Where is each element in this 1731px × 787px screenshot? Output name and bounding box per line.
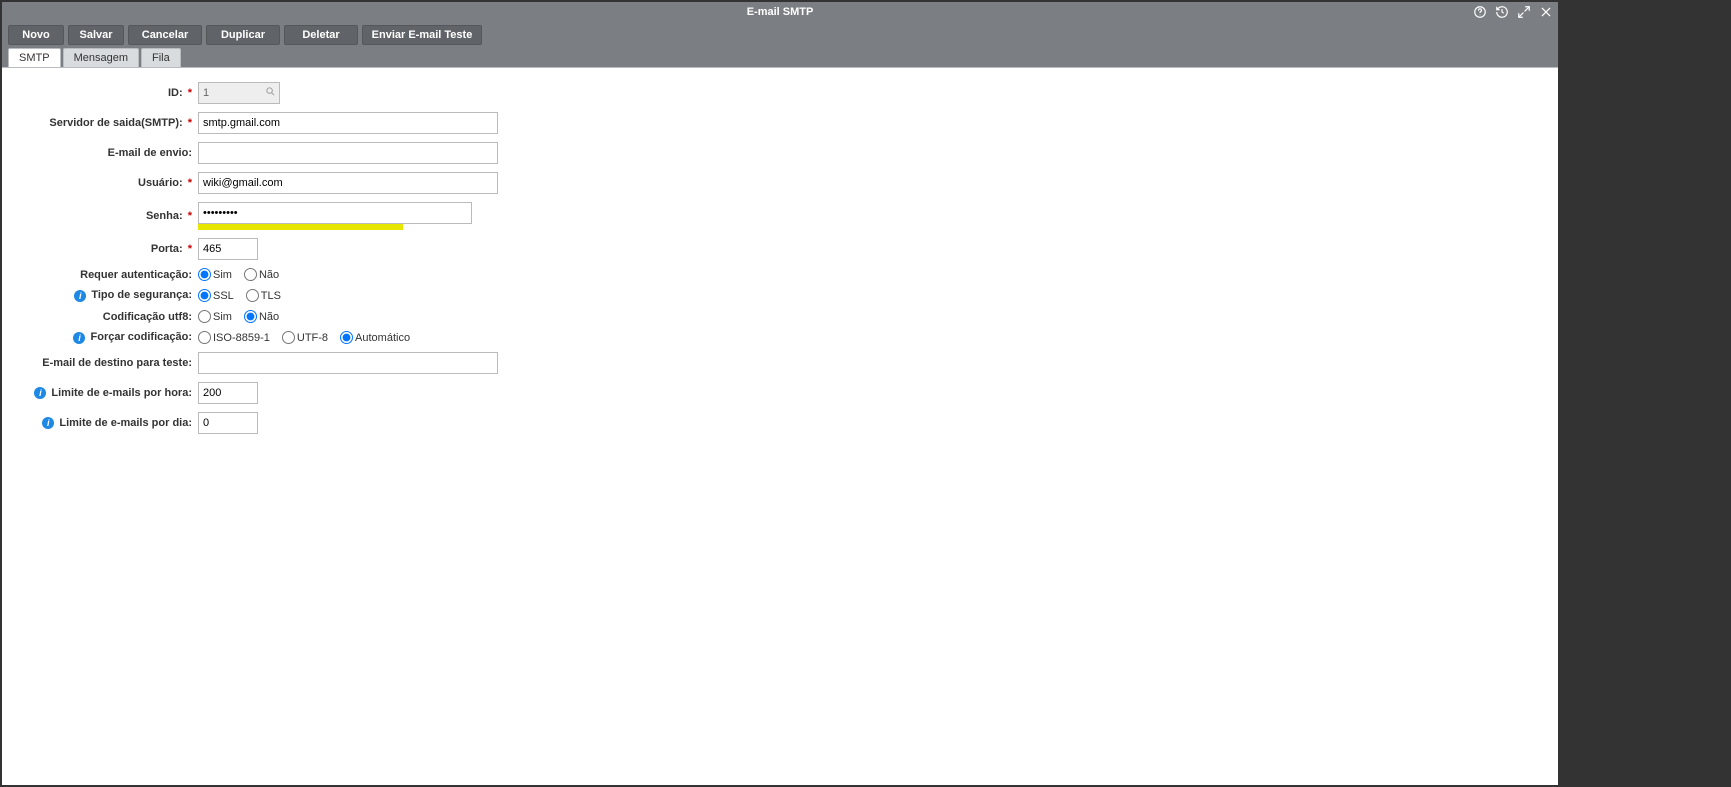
info-icon[interactable]: i bbox=[42, 417, 54, 429]
servidor-field[interactable] bbox=[198, 112, 498, 134]
cod-utf8-group: Sim Não bbox=[198, 310, 498, 323]
title-bar: E-mail SMTP bbox=[2, 2, 1558, 22]
modal-window: E-mail SMTP Novo Salvar Cancelar Duplica… bbox=[2, 2, 1558, 785]
label-email-envio: E-mail de envio: bbox=[2, 138, 192, 168]
label-porta: Porta: * bbox=[2, 234, 192, 264]
label-senha: Senha: * bbox=[2, 198, 192, 234]
label-forcar-cod: i Forçar codificação: bbox=[2, 327, 192, 348]
limite-dia-field[interactable] bbox=[198, 412, 258, 434]
label-servidor: Servidor de saida(SMTP): * bbox=[2, 108, 192, 138]
forcar-cod-iso[interactable] bbox=[198, 331, 211, 344]
tab-bar: SMTP Mensagem Fila bbox=[2, 48, 1558, 67]
email-teste-field[interactable] bbox=[198, 352, 498, 374]
cod-utf8-sim[interactable] bbox=[198, 310, 211, 323]
cancelar-button[interactable]: Cancelar bbox=[128, 25, 202, 45]
deletar-button[interactable]: Deletar bbox=[284, 25, 358, 45]
label-limite-dia: i Limite de e-mails por dia: bbox=[2, 408, 192, 438]
history-icon[interactable] bbox=[1494, 4, 1510, 20]
form-content: ID: * Servidor de saida(SMTP): * bbox=[2, 67, 1558, 785]
window-title: E-mail SMTP bbox=[747, 6, 814, 18]
tipo-seguranca-tls[interactable] bbox=[246, 289, 259, 302]
limite-hora-field[interactable] bbox=[198, 382, 258, 404]
salvar-button[interactable]: Salvar bbox=[68, 25, 124, 45]
label-requer-aut: Requer autenticação: bbox=[2, 264, 192, 285]
title-icons bbox=[1472, 2, 1554, 22]
info-icon[interactable]: i bbox=[73, 332, 85, 344]
enviar-teste-button[interactable]: Enviar E-mail Teste bbox=[362, 25, 482, 45]
email-envio-field[interactable] bbox=[198, 142, 498, 164]
label-email-teste: E-mail de destino para teste: bbox=[2, 348, 192, 378]
senha-field[interactable] bbox=[198, 202, 472, 224]
novo-button[interactable]: Novo bbox=[8, 25, 64, 45]
usuario-field[interactable] bbox=[198, 172, 498, 194]
toolbar: Novo Salvar Cancelar Duplicar Deletar En… bbox=[2, 22, 1558, 48]
password-strength-meter bbox=[198, 224, 403, 230]
close-icon[interactable] bbox=[1538, 4, 1554, 20]
label-tipo-seguranca: i Tipo de segurança: bbox=[2, 285, 192, 306]
requer-aut-sim[interactable] bbox=[198, 268, 211, 281]
id-field[interactable] bbox=[198, 82, 280, 104]
requer-aut-nao[interactable] bbox=[244, 268, 257, 281]
duplicar-button[interactable]: Duplicar bbox=[206, 25, 280, 45]
tab-mensagem[interactable]: Mensagem bbox=[63, 48, 139, 67]
tab-smtp[interactable]: SMTP bbox=[8, 48, 61, 67]
info-icon[interactable]: i bbox=[74, 290, 86, 302]
label-usuario: Usuário: * bbox=[2, 168, 192, 198]
tab-fila[interactable]: Fila bbox=[141, 48, 181, 67]
tipo-seguranca-ssl[interactable] bbox=[198, 289, 211, 302]
requer-aut-group: Sim Não bbox=[198, 268, 498, 281]
forcar-cod-auto[interactable] bbox=[340, 331, 353, 344]
label-id: ID: * bbox=[2, 78, 192, 108]
smtp-form: ID: * Servidor de saida(SMTP): * bbox=[2, 78, 504, 438]
forcar-cod-utf8[interactable] bbox=[282, 331, 295, 344]
info-icon[interactable]: i bbox=[34, 387, 46, 399]
cod-utf8-nao[interactable] bbox=[244, 310, 257, 323]
maximize-icon[interactable] bbox=[1516, 4, 1532, 20]
help-icon[interactable] bbox=[1472, 4, 1488, 20]
label-limite-hora: i Limite de e-mails por hora: bbox=[2, 378, 192, 408]
forcar-cod-group: ISO-8859-1 UTF-8 Automático bbox=[198, 331, 498, 344]
porta-field[interactable] bbox=[198, 238, 258, 260]
label-cod-utf8: Codificação utf8: bbox=[2, 306, 192, 327]
tipo-seguranca-group: SSL TLS bbox=[198, 289, 498, 302]
